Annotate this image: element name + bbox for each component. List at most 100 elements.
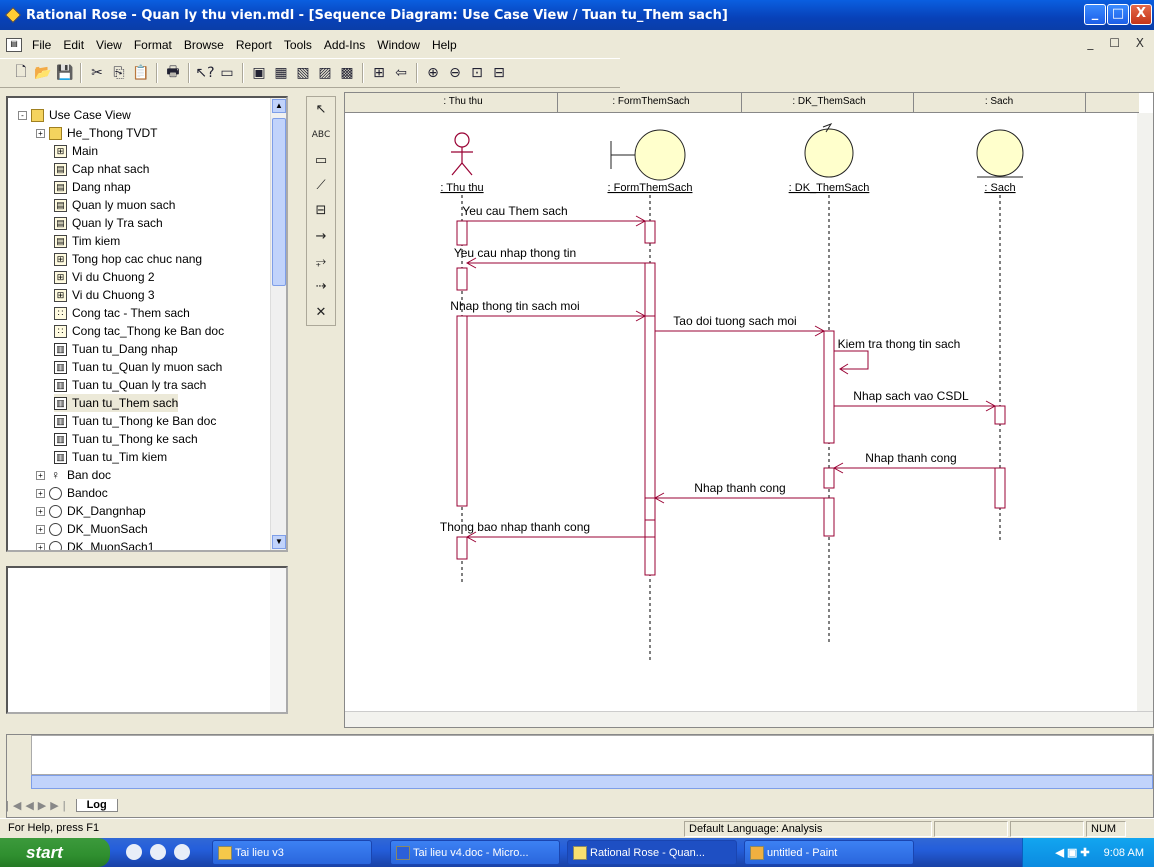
tree-item[interactable]: ▤ Cap nhat sach [54, 160, 149, 178]
note-tool-icon[interactable]: ▭ [309, 148, 333, 173]
zoom-out-icon[interactable]: ⊖ [444, 62, 466, 84]
start-button[interactable]: start [0, 838, 110, 867]
tray-icons[interactable]: ◀ ▣ ✚ [1055, 846, 1089, 859]
sequence-diagram-canvas[interactable]: : Thu thu : FormThemSach : DK_ThemSach : Sa… [344, 92, 1154, 728]
expand-icon[interactable]: + [36, 506, 45, 516]
task-button-word[interactable]: Tai lieu v4.doc - Micro... [390, 840, 560, 865]
menu-edit[interactable]: Edit [57, 38, 90, 52]
menu-file[interactable]: File [26, 38, 57, 52]
tree-item[interactable]: ▥ Tuan tu_Dang nhap [54, 340, 178, 358]
model-browser[interactable]: - Use Case View + He_Thong TVDT ⊞ Main ▤ Cap nh… [6, 96, 288, 552]
object-message-tool-icon[interactable]: → [309, 224, 333, 249]
object-label[interactable]: : Thu thu [440, 182, 483, 194]
tree-item[interactable]: ▥ Tuan tu_Thong ke Ban doc [54, 412, 216, 430]
menu-report[interactable]: Report [230, 38, 278, 52]
browse-component-icon[interactable]: ▧ [292, 62, 314, 84]
tree-item[interactable]: ⊞ Tong hop cac chuc nang [54, 250, 202, 268]
browse-previous-icon[interactable]: ⊞ [368, 62, 390, 84]
message-to-self-tool-icon[interactable]: ⥅ [309, 249, 333, 274]
print-icon[interactable]: 🖶 [162, 62, 184, 84]
tree-item[interactable]: ⊞ Vi du Chuong 3 [54, 286, 155, 304]
menu-format[interactable]: Format [128, 38, 178, 52]
back-icon[interactable]: ⇦ [390, 62, 412, 84]
collapse-icon[interactable]: - [18, 110, 27, 120]
task-button-rational-rose[interactable]: Rational Rose - Quan... [567, 840, 737, 865]
destruction-marker-tool-icon[interactable]: ✕ [309, 300, 333, 325]
tree-item[interactable]: + ♀ Ban doc [36, 466, 111, 484]
menu-view[interactable]: View [90, 38, 128, 52]
scroll-down-icon[interactable]: ▼ [272, 535, 286, 549]
fit-window-icon[interactable]: ⊡ [466, 62, 488, 84]
close-button[interactable]: X [1130, 4, 1152, 25]
tree-item[interactable]: ▥ Tuan tu_Them sach [54, 394, 179, 412]
cut-icon[interactable]: ✂ [86, 62, 108, 84]
undo-fit-icon[interactable]: ⊟ [488, 62, 510, 84]
selection-tool-icon[interactable]: ↖ [309, 97, 333, 122]
object-label[interactable]: : DK_ThemSach [789, 182, 870, 194]
object-label[interactable]: : FormThemSach [608, 182, 693, 194]
sequence-diagram[interactable]: : Thu thu : FormThemSach : DK_ThemSach : Sa… [345, 113, 1139, 713]
message-label[interactable]: Nhap sach vao CSDL [853, 389, 969, 403]
menu-browse[interactable]: Browse [178, 38, 230, 52]
tab-navigation-icon[interactable]: |◀◀▶▶| [6, 799, 70, 812]
browser-scrollbar[interactable]: ▲ ▼ [270, 98, 286, 550]
tree-item[interactable]: ⊞ Vi du Chuong 2 [54, 268, 155, 286]
text-box-tool-icon[interactable]: ABC [309, 122, 333, 147]
menu-help[interactable]: Help [426, 38, 463, 52]
message-label[interactable]: Nhap thanh cong [865, 451, 956, 465]
message-label[interactable]: Yeu cau nhap thong tin [454, 246, 576, 260]
tree-item[interactable]: - Use Case View [18, 106, 131, 124]
log-horizontal-scrollbar[interactable] [31, 775, 1153, 789]
zoom-in-icon[interactable]: ⊕ [422, 62, 444, 84]
minimize-button[interactable]: _ [1084, 4, 1106, 25]
tree-item[interactable]: ∷ Cong tac - Them sach [54, 304, 190, 322]
control-object-icon[interactable] [804, 128, 854, 178]
maximize-button[interactable]: □ [1107, 4, 1129, 25]
expand-icon[interactable]: + [36, 488, 45, 498]
expand-icon[interactable]: + [36, 128, 45, 138]
ie-icon[interactable] [126, 844, 142, 860]
media-player-icon[interactable] [174, 844, 190, 860]
new-icon[interactable]: 🗋 [10, 62, 32, 84]
context-help-icon[interactable]: ↖? [194, 62, 216, 84]
browse-parent-icon[interactable]: ▩ [336, 62, 358, 84]
tree-item[interactable]: + DK_MuonSach1 [36, 538, 154, 550]
message-to-self-arrow[interactable] [834, 350, 869, 370]
title-bar[interactable]: Rational Rose - Quan ly thu vien.mdl - [… [0, 0, 1154, 30]
expand-icon[interactable]: + [36, 524, 45, 534]
message-label[interactable]: Thong bao nhap thanh cong [440, 520, 590, 534]
browse-class-icon[interactable]: ▣ [248, 62, 270, 84]
menu-window[interactable]: Window [371, 38, 426, 52]
log-text-area[interactable] [31, 735, 1153, 775]
documentation-pane[interactable] [6, 566, 288, 714]
browse-interaction-icon[interactable]: ▦ [270, 62, 292, 84]
tab-log[interactable]: Log [75, 798, 118, 812]
scroll-up-icon[interactable]: ▲ [272, 99, 286, 113]
menu-add-ins[interactable]: Add-Ins [318, 38, 371, 52]
object-label[interactable]: : Sach [984, 182, 1015, 194]
expand-icon[interactable]: + [36, 542, 45, 550]
tree-item[interactable]: + DK_Dangnhap [36, 502, 146, 520]
expand-icon[interactable]: + [36, 470, 45, 480]
message-label[interactable]: Yeu cau Them sach [462, 204, 567, 218]
message-label[interactable]: Tao doi tuong sach moi [673, 314, 796, 328]
tree-item[interactable]: ▤ Quan ly Tra sach [54, 214, 163, 232]
scroll-thumb[interactable] [272, 118, 286, 286]
tree-item[interactable]: ▤ Tim kiem [54, 232, 120, 250]
view-doc-icon[interactable]: ▭ [216, 62, 238, 84]
tree-item[interactable]: ▥ Tuan tu_Quan ly tra sach [54, 376, 206, 394]
diagram-vertical-scrollbar[interactable] [1137, 113, 1153, 713]
menu-tools[interactable]: Tools [278, 38, 318, 52]
app-icon[interactable] [5, 7, 21, 23]
tree-item[interactable]: + He_Thong TVDT [36, 124, 158, 142]
message-label[interactable]: Nhap thanh cong [694, 481, 785, 495]
diagram-horizontal-scrollbar[interactable] [345, 711, 1153, 727]
tree-item[interactable]: + Bandoc [36, 484, 108, 502]
tree-item[interactable]: ▥ Tuan tu_Thong ke sach [54, 430, 198, 448]
open-icon[interactable]: 📂 [32, 62, 54, 84]
mdi-window-buttons[interactable]: _ ☐ X [1087, 36, 1150, 50]
object-tool-icon[interactable]: ⊟ [309, 198, 333, 223]
tree-item[interactable]: ∷ Cong tac_Thong ke Ban doc [54, 322, 224, 340]
return-message-tool-icon[interactable]: ⇢ [309, 274, 333, 299]
tree-item[interactable]: ▤ Dang nhap [54, 178, 131, 196]
